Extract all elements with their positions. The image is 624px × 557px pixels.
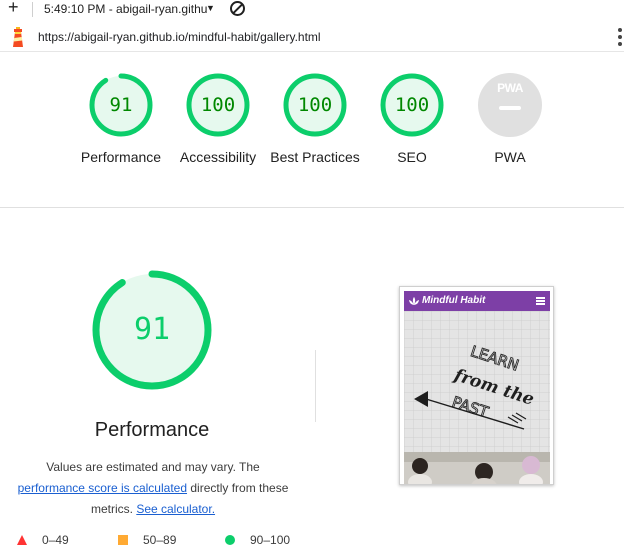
fail-triangle-icon (17, 535, 27, 545)
lotus-icon (409, 297, 419, 305)
score-gauge-0[interactable]: 91 (89, 73, 153, 137)
score-gauge-1[interactable]: 100 (186, 73, 250, 137)
see-calculator-link[interactable]: See calculator. (136, 502, 215, 516)
performance-title: Performance (94, 419, 210, 441)
pwa-gauge[interactable]: PWA (478, 73, 542, 137)
hamburger-icon (536, 297, 545, 305)
category-label[interactable]: Best Practices (267, 147, 363, 167)
vertical-divider (315, 350, 316, 422)
performance-score-large: 91 (133, 312, 171, 347)
score-value: 100 (200, 94, 236, 116)
performance-gauge-large: 91 (92, 270, 212, 390)
note-text: Values are estimated and may vary. The (46, 460, 260, 474)
new-report-button[interactable]: + (8, 0, 19, 16)
report-url-bar: https://abigail-ryan.github.io/mindful-h… (0, 22, 624, 52)
pass-circle-icon (225, 535, 235, 545)
legend-average-range: 50–89 (143, 533, 177, 547)
legend-pass: 90–100 (225, 532, 290, 548)
category-label[interactable]: SEO (364, 147, 460, 167)
final-screenshot[interactable]: Mindful Habit LEARN from the PAST (399, 286, 554, 485)
legend-pass-range: 90–100 (250, 533, 291, 547)
category-label-pwa[interactable]: PWA (462, 147, 558, 167)
report-url[interactable]: https://abigail-ryan.github.io/mindful-h… (38, 30, 321, 44)
caret-down-icon[interactable]: ▼ (206, 3, 215, 13)
screenshot-people-image (404, 452, 550, 484)
score-gauge-3[interactable]: 100 (380, 73, 444, 137)
score-value: 100 (394, 94, 430, 116)
lighthouse-icon (13, 27, 23, 47)
kebab-menu-icon[interactable] (618, 28, 622, 46)
devtools-toolbar: + 5:49:10 PM - abigail-ryan.githu ▼ (0, 0, 624, 19)
report-selector[interactable]: 5:49:10 PM - abigail-ryan.githu (44, 2, 207, 16)
pwa-dash-icon (499, 106, 521, 110)
category-label[interactable]: Performance (73, 147, 169, 167)
legend-fail: 0–49 (17, 532, 69, 548)
section-divider (0, 207, 624, 208)
toolbar-divider (32, 2, 33, 17)
legend-fail-range: 0–49 (42, 533, 69, 547)
performance-note: Values are estimated and may vary. The p… (8, 457, 298, 520)
score-value: 100 (297, 94, 333, 116)
category-label[interactable]: Accessibility (170, 147, 266, 167)
score-calculated-link[interactable]: performance score is calculated (18, 481, 187, 495)
pwa-badge: PWA (497, 81, 523, 95)
average-square-icon (118, 535, 128, 545)
legend-average: 50–89 (118, 532, 176, 548)
score-gauge-2[interactable]: 100 (283, 73, 347, 137)
screenshot-hero-image: LEARN from the PAST (404, 311, 550, 452)
score-value: 91 (109, 94, 133, 116)
screenshot-brand: Mindful Habit (422, 295, 486, 306)
blocked-icon[interactable] (230, 1, 245, 16)
screenshot-navbar: Mindful Habit (404, 291, 550, 311)
